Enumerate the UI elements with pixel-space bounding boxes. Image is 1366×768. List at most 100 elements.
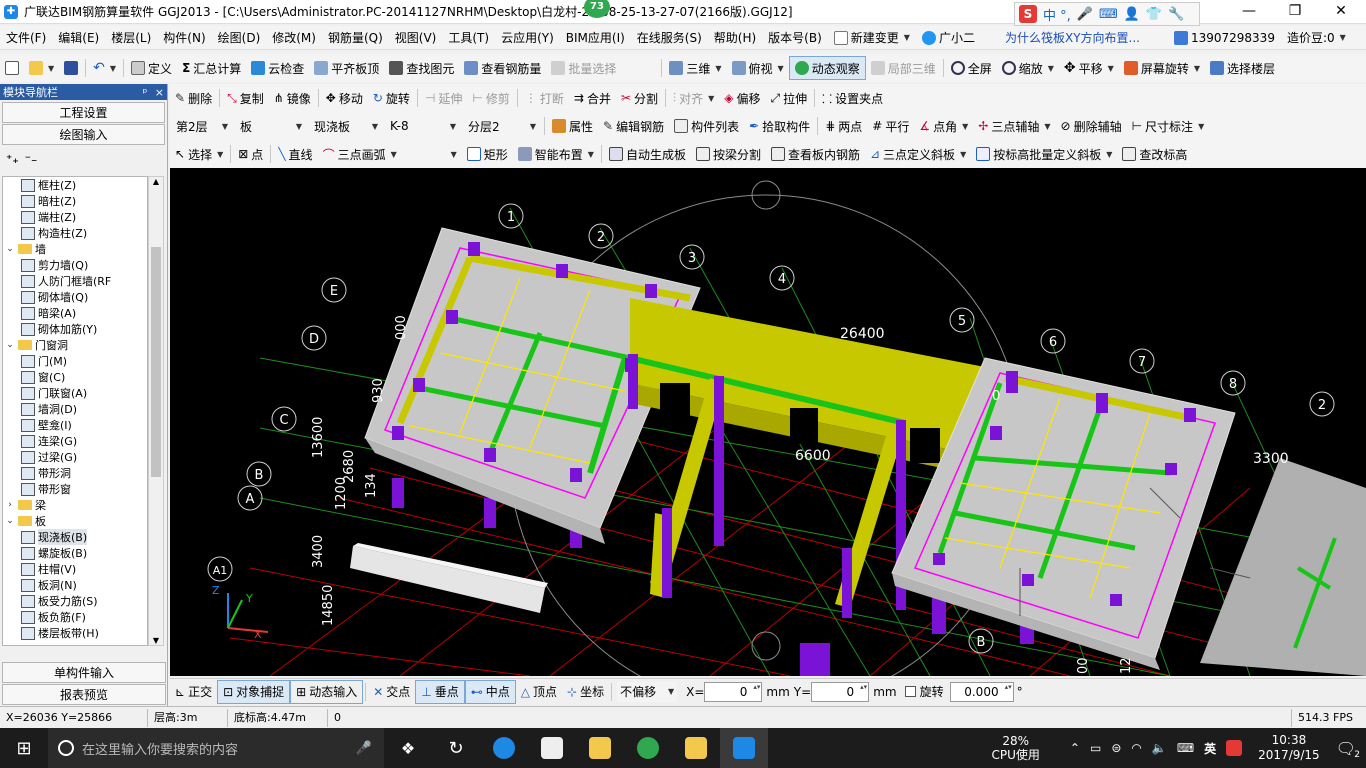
tree-node[interactable]: 人防门框墙(RF [3, 273, 147, 289]
menu-draw[interactable]: 绘图(D) [212, 29, 267, 46]
3d-viewport[interactable]: 1 2 3 4 5 6 7 8 2 E D C B A A1 B 26400 6… [170, 168, 1366, 676]
delete-axis-button[interactable]: ⊘ 删除辅轴 [1056, 114, 1127, 138]
view-slab-rebar-button[interactable]: 查看板内钢筋 [766, 142, 865, 166]
assistant-menu[interactable]: 广小二 [916, 29, 981, 46]
tree-node[interactable]: 窗(C) [3, 369, 147, 385]
scroll-thumb[interactable] [151, 247, 161, 477]
mirror-button[interactable]: ⋔ 镜像 [269, 86, 316, 110]
pin-icon[interactable]: ᵖ [143, 86, 148, 99]
category-select[interactable]: 板 ▼ [237, 116, 305, 136]
three-point-slope-button[interactable]: ⊿ 三点定义斜板 ▼ [865, 142, 971, 166]
sum-calc-button[interactable]: Σ 汇总计算 [177, 56, 246, 80]
rotate-input[interactable]: 0.000 [949, 681, 1014, 702]
attributes-button[interactable]: 属性 [547, 114, 598, 138]
account-menu[interactable]: 13907298339 [1146, 30, 1281, 45]
point-angle-button[interactable]: ∡ 点角 ▼ [914, 114, 973, 138]
define-button[interactable]: 定义 [126, 56, 177, 80]
x-input[interactable]: 0 [704, 681, 763, 702]
microphone-icon[interactable]: 🎤 [1077, 7, 1093, 22]
taskbar-app-ggj[interactable] [720, 728, 768, 768]
tree-node[interactable]: 门(M) [3, 353, 147, 369]
tree-node[interactable]: 暗梁(A) [3, 305, 147, 321]
object-snap-button[interactable]: ⊡ 对象捕捉 [217, 679, 291, 704]
project-settings-button[interactable]: 工程设置 [2, 102, 165, 123]
tree-node[interactable]: 现浇板(B) [3, 529, 147, 545]
maximize-button[interactable]: ❐ [1272, 0, 1318, 24]
extend-button[interactable]: ⊣ 延伸 [420, 86, 467, 110]
tree-node[interactable]: 带形洞 [3, 465, 147, 481]
tray-expand-icon[interactable]: ⌃ [1070, 741, 1080, 755]
report-preview-button[interactable]: 报表预览 [2, 684, 166, 705]
tree-node[interactable]: 楼层板带(H) [3, 625, 147, 641]
fullscreen-button[interactable]: 全屏 [946, 56, 997, 80]
tree-scrollbar[interactable]: ▲ ▼ [148, 176, 164, 646]
type-select[interactable]: 现浇板 ▼ [311, 116, 381, 136]
align-button[interactable]: ⫶ 对齐 ▼ [668, 86, 719, 110]
cloud-check-button[interactable]: 云检查 [246, 56, 309, 80]
task-view-button[interactable]: ❖ [384, 728, 432, 768]
drawing-input-button[interactable]: 绘图输入 [2, 124, 165, 145]
nav-close-icon[interactable]: × [155, 86, 164, 99]
tree-node[interactable]: 带形窗 [3, 481, 147, 497]
midpoint-button[interactable]: ⊷ 中点 [464, 679, 516, 704]
menu-tools[interactable]: 工具(T) [442, 29, 495, 46]
edit-rebar-button[interactable]: ✎ 编辑钢筋 [598, 114, 669, 138]
tree-node[interactable]: › 梁 [3, 497, 147, 513]
tree-node[interactable]: 板洞(N) [3, 577, 147, 593]
collapse-all-icon[interactable]: ⁻₋ [25, 152, 38, 166]
element-select[interactable]: K-8 ▼ [387, 116, 459, 136]
parallel-button[interactable]: # 平行 [867, 114, 914, 138]
zoom-button[interactable]: 缩放 ▼ [997, 56, 1059, 80]
rotate-button[interactable]: ↻ 旋转 [368, 86, 415, 110]
taskbar-search[interactable]: 在这里输入你要搜索的内容 🎤 [48, 728, 384, 768]
tree-node[interactable]: 板受力筋(S) [3, 593, 147, 609]
tree-node[interactable]: 框柱(Z) [3, 177, 147, 193]
menu-file[interactable]: 文件(F) [0, 29, 52, 46]
coordinate-button[interactable]: ⊹ 坐标 [562, 680, 609, 704]
y-input[interactable]: 0 [811, 681, 870, 702]
menu-rebar-quantity[interactable]: 钢筋量(Q) [322, 29, 389, 46]
scroll-up-icon[interactable]: ▲ [149, 177, 163, 186]
tree-node[interactable]: 构造柱(Z) [3, 225, 147, 241]
dimension-button[interactable]: ⊢ 尺寸标注 ▼ [1127, 114, 1210, 138]
menu-edit[interactable]: 编辑(E) [52, 29, 105, 46]
tree-node[interactable]: ⌄ 板 [3, 513, 147, 529]
save-button[interactable] [59, 56, 83, 80]
auto-slab-button[interactable]: 自动生成板 [604, 142, 691, 166]
line-button[interactable]: ╲ 直线 [273, 142, 317, 166]
tree-node[interactable]: 砌体加筋(Y) [3, 321, 147, 337]
cpu-meter[interactable]: 28% CPU使用 [992, 734, 1040, 762]
find-element-button[interactable]: 查找图元 [384, 56, 459, 80]
notification-center-icon[interactable]: 🗨 2 [1336, 739, 1360, 760]
tree-node[interactable]: ⌄ 墙 [3, 241, 147, 257]
menu-online[interactable]: 在线服务(S) [631, 29, 708, 46]
battery-icon[interactable]: ▭ [1090, 741, 1101, 755]
ime-indicator[interactable]: 英 [1204, 740, 1216, 757]
taskbar-app-store[interactable] [528, 728, 576, 768]
taskbar-app-green[interactable] [624, 728, 672, 768]
tree-node[interactable]: 连梁(G) [3, 433, 147, 449]
tree-node[interactable]: 墙洞(D) [3, 401, 147, 417]
wrench-icon[interactable]: 🔧 [1168, 7, 1184, 22]
tree-node[interactable]: 门联窗(A) [3, 385, 147, 401]
delete-button[interactable]: ✎ 删除 [170, 86, 217, 110]
collapse-toggle-icon[interactable]: ⌄ [5, 516, 15, 526]
tree-node[interactable]: 砌体墙(Q) [3, 289, 147, 305]
new-change-menu[interactable]: 新建变更 ▼ [828, 29, 916, 46]
tree-node[interactable]: 端柱(Z) [3, 209, 147, 225]
split-button[interactable]: ✂ 分割 [616, 86, 663, 110]
pick-component-button[interactable]: ✒ 拾取构件 [744, 114, 815, 138]
volume-icon[interactable]: 🔈 [1152, 741, 1167, 755]
rotate-screen-button[interactable]: 屏幕旋转 ▼ [1119, 56, 1205, 80]
question-link[interactable]: 为什么筏板XY方向布置... [981, 29, 1146, 46]
arc-button[interactable]: ⌒ 三点画弧 ▼ [318, 142, 402, 166]
wifi-icon[interactable]: ◠ [1131, 741, 1141, 755]
stretch-button[interactable]: ⤢ 拉伸 [765, 86, 812, 110]
merge-button[interactable]: ⇉ 合并 [569, 86, 616, 110]
start-button[interactable]: ⊞ [0, 728, 48, 768]
skin-icon[interactable]: 👕 [1146, 7, 1162, 22]
taskbar-app-notes[interactable] [672, 728, 720, 768]
two-points-button[interactable]: ⋕ 两点 [820, 114, 867, 138]
taskbar-app-edge[interactable] [480, 728, 528, 768]
open-file-button[interactable]: ▼ [24, 56, 59, 80]
